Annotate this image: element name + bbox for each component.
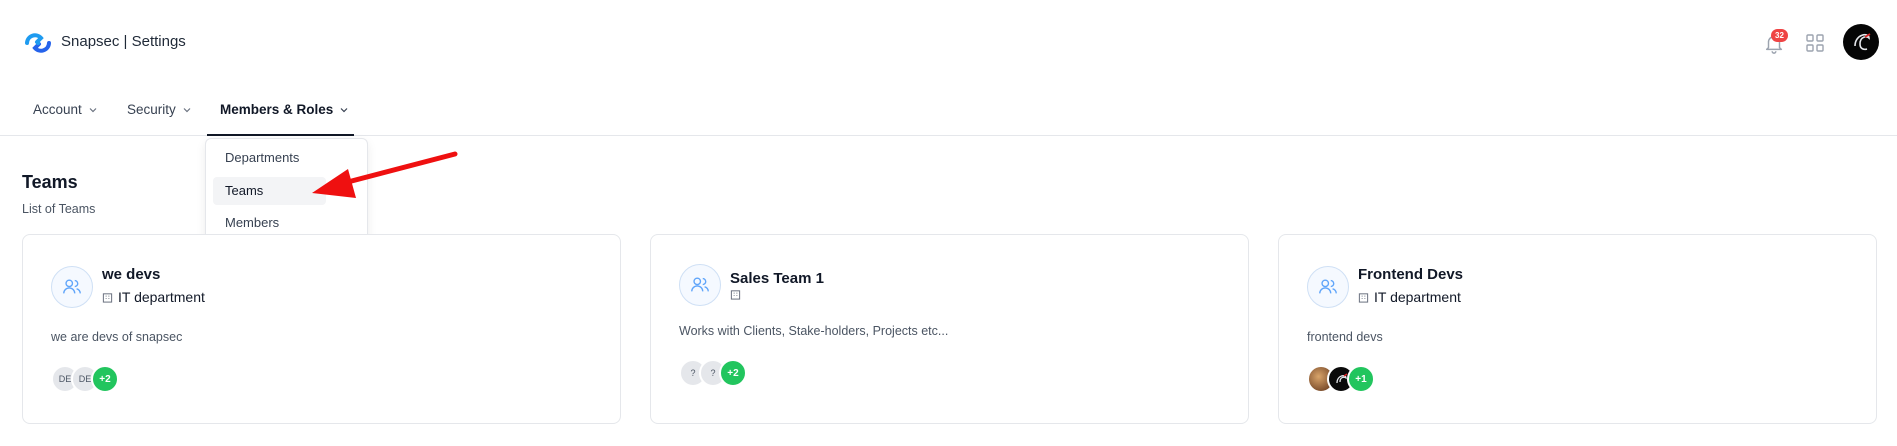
team-name: Frontend Devs (1358, 266, 1464, 283)
apps-grid-icon[interactable] (1805, 33, 1825, 53)
tab-security-label: Security (127, 102, 176, 117)
building-icon (102, 292, 113, 303)
tab-account-label: Account (33, 102, 82, 117)
page-subtitle: List of Teams (22, 202, 96, 216)
team-department: IT department (1358, 289, 1461, 305)
team-card[interactable]: Frontend Devs IT department frontend dev… (1278, 234, 1877, 424)
team-department: IT department (102, 289, 205, 305)
building-icon (1358, 292, 1369, 303)
team-description: frontend devs (1307, 330, 1383, 344)
user-avatar[interactable] (1843, 24, 1879, 60)
extra-members-badge: +2 (91, 365, 119, 393)
notification-count-badge: 32 (1771, 29, 1788, 42)
team-name: we devs (102, 266, 161, 283)
team-card[interactable]: we devs IT department we are devs of sna… (22, 234, 621, 424)
tab-members-roles-label: Members & Roles (220, 102, 334, 117)
tab-security[interactable]: Security (127, 102, 192, 117)
dropdown-item-departments[interactable]: Departments (213, 144, 326, 172)
settings-tabs: Account Security Members & Roles (0, 92, 1897, 136)
team-member-avatars: +1 (1307, 365, 1507, 395)
team-users-icon (51, 266, 93, 308)
app-title: Snapsec | Settings (61, 33, 186, 50)
team-description: Works with Clients, Stake-holders, Proje… (679, 324, 949, 338)
team-card[interactable]: Sales Team 1 Works with Clients, Stake-h… (650, 234, 1249, 424)
team-department-label: IT department (118, 289, 205, 305)
snapsec-logo[interactable] (21, 29, 55, 57)
active-tab-underline (207, 134, 354, 136)
team-member-avatars: DE DE +2 (51, 365, 251, 395)
top-header: Snapsec | Settings 32 (0, 0, 1897, 84)
building-icon (730, 290, 741, 300)
members-roles-dropdown: Departments Teams Members (205, 138, 368, 246)
team-department (730, 289, 746, 300)
dropdown-item-members[interactable]: Members (213, 209, 326, 237)
team-member-avatars: ? ? +2 (679, 359, 879, 389)
dropdown-item-teams[interactable]: Teams (213, 177, 326, 205)
tab-account[interactable]: Account (33, 102, 98, 117)
chevron-down-icon (340, 107, 348, 112)
chevron-down-icon (89, 107, 97, 112)
extra-members-badge: +2 (719, 359, 747, 387)
chevron-down-icon (183, 107, 191, 112)
team-users-icon (1307, 266, 1349, 308)
team-name: Sales Team 1 (730, 270, 824, 287)
team-description: we are devs of snapsec (51, 330, 183, 344)
page-title: Teams (22, 172, 78, 192)
team-department-label: IT department (1374, 289, 1461, 305)
tab-members-roles[interactable]: Members & Roles (220, 102, 349, 117)
team-users-icon (679, 264, 721, 306)
extra-members-badge: +1 (1347, 365, 1375, 393)
